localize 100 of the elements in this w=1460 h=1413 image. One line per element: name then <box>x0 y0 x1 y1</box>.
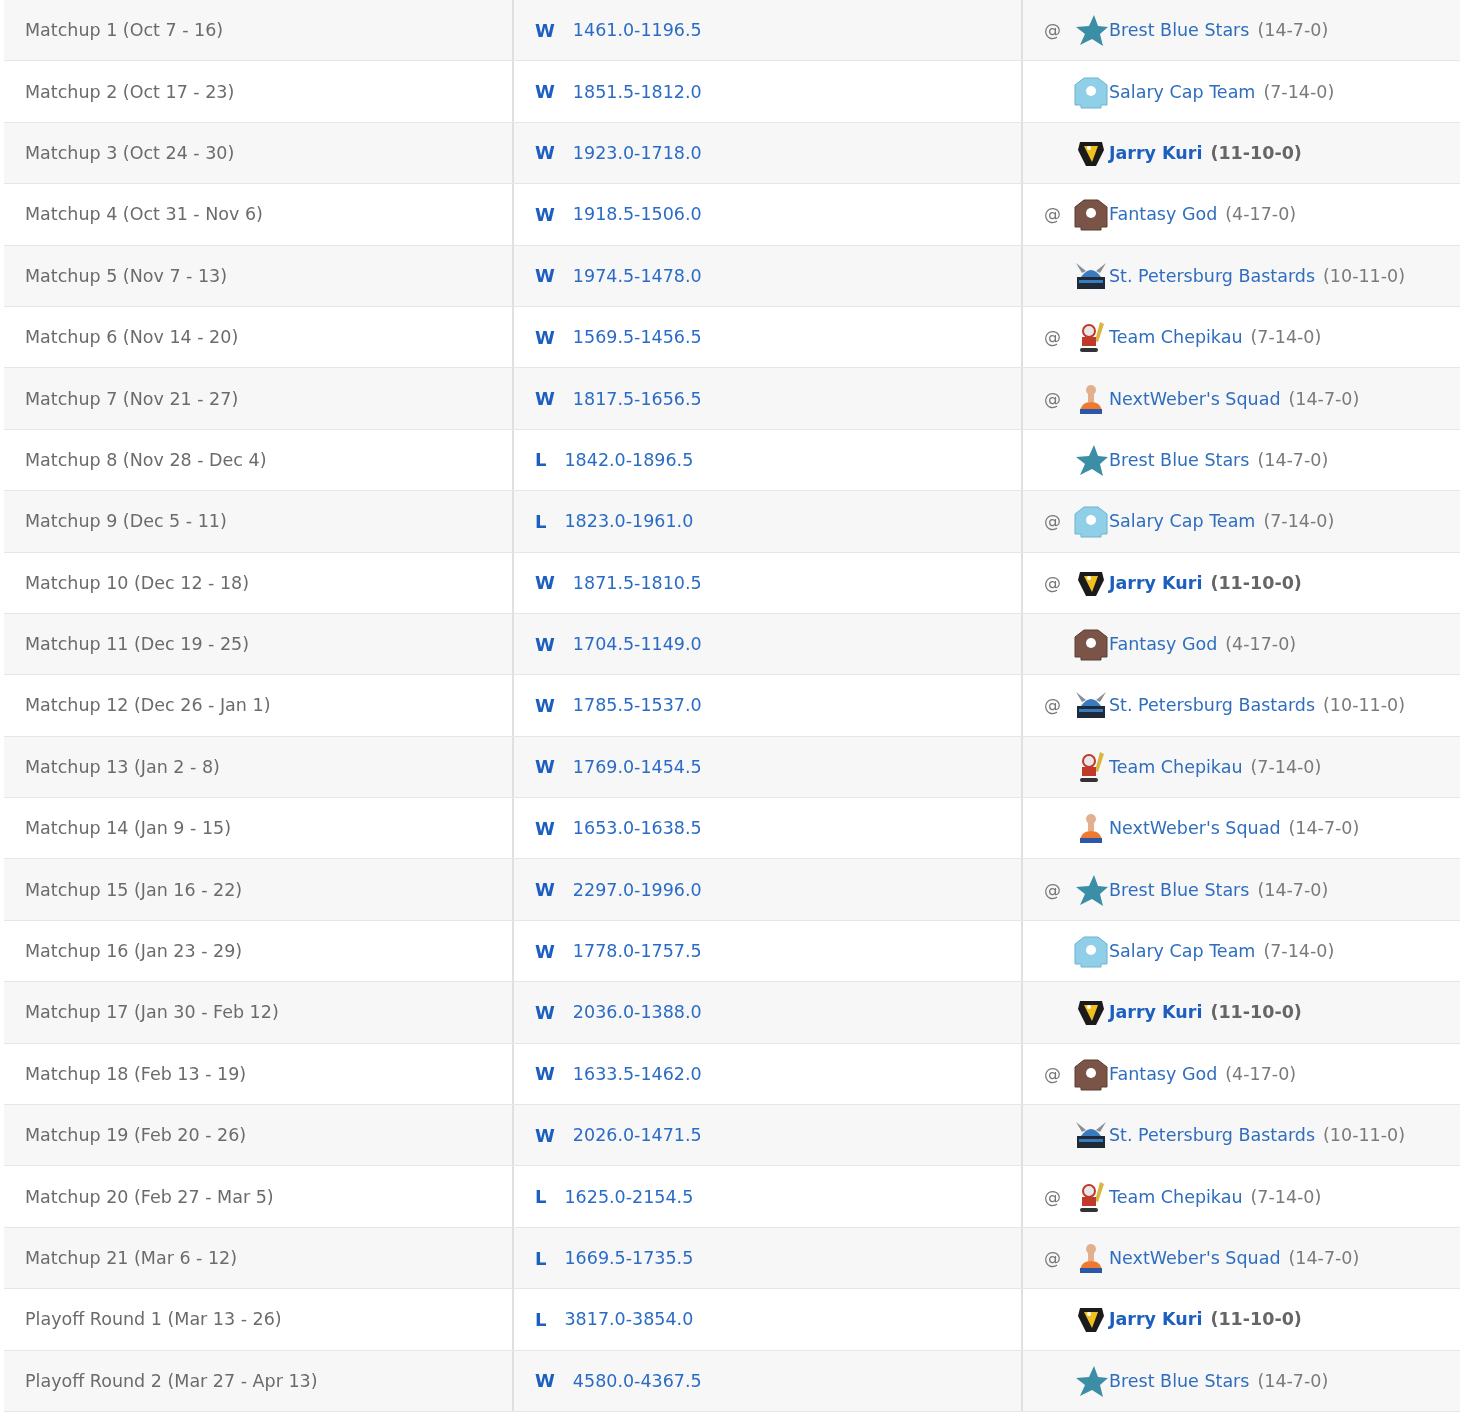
away-marker: @ <box>1044 879 1062 900</box>
result-label: W <box>535 203 555 225</box>
score-link[interactable]: 1785.5-1537.0 <box>572 695 702 716</box>
matchup-label: Matchup 21 (Mar 6 - 12) <box>25 1248 238 1268</box>
score-link[interactable]: 1823.0-1961.0 <box>564 511 694 532</box>
result-label: W <box>535 879 555 901</box>
matchup-label: Matchup 7 (Nov 21 - 27) <box>25 388 239 409</box>
matchup-label: Matchup 1 (Oct 7 - 16) <box>25 20 224 41</box>
team-link[interactable]: Brest Blue Stars <box>1109 20 1250 41</box>
team-record: (7-14-0) <box>1263 81 1335 102</box>
matchup-label: Matchup 4 (Oct 31 - Nov 6) <box>25 204 263 225</box>
team-link[interactable]: Salary Cap Team <box>1109 941 1256 962</box>
score-link[interactable]: 1669.5-1735.5 <box>564 1248 694 1268</box>
team-link[interactable]: Fantasy God <box>1109 204 1218 225</box>
team-link[interactable]: Jarry Kuri <box>1109 1002 1203 1023</box>
jersey-icon <box>1074 934 1108 969</box>
team-record: (14-7-0) <box>1288 1248 1360 1268</box>
team-record: (7-14-0) <box>1263 941 1335 962</box>
score-link[interactable]: 1817.5-1656.5 <box>572 388 702 409</box>
score-link[interactable]: 1633.5-1462.0 <box>572 1063 702 1084</box>
score-link[interactable]: 1704.5-1149.0 <box>572 634 702 655</box>
jersey-icon <box>1074 1056 1108 1091</box>
team-record: (4-17-0) <box>1225 204 1297 225</box>
team-record: (4-17-0) <box>1225 1063 1297 1084</box>
team-record: (7-14-0) <box>1263 511 1335 532</box>
matchup-label: Matchup 9 (Dec 5 - 11) <box>25 511 227 532</box>
result-label: W <box>535 326 555 348</box>
away-marker: @ <box>1044 20 1062 41</box>
jersey-icon <box>1074 627 1108 662</box>
team-record: (14-7-0) <box>1257 20 1329 41</box>
matchup-label: Matchup 20 (Feb 27 - Mar 5) <box>25 1186 274 1207</box>
score-link[interactable]: 2297.0-1996.0 <box>572 879 702 900</box>
matchup-label: Matchup 16 (Jan 23 - 29) <box>25 941 243 962</box>
score-link[interactable]: 1461.0-1196.5 <box>572 20 702 41</box>
score-link[interactable]: 1778.0-1757.5 <box>572 941 702 962</box>
team-link[interactable]: Jarry Kuri <box>1109 142 1203 163</box>
score-link[interactable]: 1974.5-1478.0 <box>572 265 702 286</box>
team-link[interactable]: Salary Cap Team <box>1109 81 1256 102</box>
score-link[interactable]: 1625.0-2154.5 <box>564 1186 694 1207</box>
team-record: (14-7-0) <box>1257 1370 1329 1391</box>
team-link[interactable]: Salary Cap Team <box>1109 511 1256 532</box>
result-label: W <box>535 1001 555 1023</box>
score-link[interactable]: 4580.0-4367.5 <box>572 1370 702 1391</box>
score-link[interactable]: 1842.0-1896.5 <box>564 449 694 470</box>
team-link[interactable]: NextWeber's Squad <box>1109 388 1281 409</box>
team-link[interactable]: Team Chepikau <box>1109 1186 1243 1207</box>
result-label: L <box>535 1308 547 1330</box>
matchup-label: Matchup 10 (Dec 12 - 18) <box>25 572 250 593</box>
team-record: (11-10-0) <box>1210 572 1302 593</box>
away-marker: @ <box>1044 388 1062 409</box>
matchup-label: Matchup 14 (Jan 9 - 15) <box>25 818 232 839</box>
matchup-label: Matchup 12 (Dec 26 - Jan 1) <box>25 695 271 716</box>
score-link[interactable]: 1918.5-1506.0 <box>572 204 702 225</box>
team-link[interactable]: St. Petersburg Bastards <box>1109 265 1316 286</box>
team-link[interactable]: St. Petersburg Bastards <box>1109 695 1316 716</box>
team-record: (4-17-0) <box>1225 634 1297 655</box>
result-label: L <box>535 1186 547 1208</box>
team-record: (11-10-0) <box>1210 1309 1302 1330</box>
result-label: W <box>535 572 555 594</box>
result-label: W <box>535 1124 555 1146</box>
result-label: W <box>535 1063 555 1085</box>
team-link[interactable]: Team Chepikau <box>1109 327 1243 348</box>
team-link[interactable]: Fantasy God <box>1109 1063 1218 1084</box>
team-record: (7-14-0) <box>1250 327 1322 348</box>
result-label: W <box>535 19 555 41</box>
score-link[interactable]: 2026.0-1471.5 <box>572 1125 702 1146</box>
team-link[interactable]: NextWeber's Squad <box>1109 818 1281 839</box>
score-link[interactable]: 3817.0-3854.0 <box>564 1309 694 1330</box>
team-link[interactable]: Fantasy God <box>1109 634 1218 655</box>
away-marker: @ <box>1044 1063 1062 1084</box>
team-link[interactable]: Team Chepikau <box>1109 756 1243 777</box>
matchup-label: Matchup 18 (Feb 13 - 19) <box>25 1063 247 1084</box>
result-label: W <box>535 940 555 962</box>
result-label: W <box>535 265 555 287</box>
result-label: W <box>535 388 555 410</box>
team-link[interactable]: Brest Blue Stars <box>1109 879 1250 900</box>
team-link[interactable]: St. Petersburg Bastards <box>1109 1125 1316 1146</box>
team-record: (10-11-0) <box>1323 1125 1405 1146</box>
team-record: (11-10-0) <box>1210 1002 1302 1023</box>
team-link[interactable]: NextWeber's Squad <box>1109 1248 1281 1268</box>
score-link[interactable]: 1871.5-1810.5 <box>572 572 702 593</box>
jersey-icon <box>1074 74 1108 109</box>
team-link[interactable]: Brest Blue Stars <box>1109 1370 1250 1391</box>
team-link[interactable]: Brest Blue Stars <box>1109 449 1250 470</box>
score-link[interactable]: 1923.0-1718.0 <box>572 142 702 163</box>
matchup-label: Matchup 17 (Jan 30 - Feb 12) <box>25 1002 279 1023</box>
score-link[interactable]: 1653.0-1638.5 <box>572 818 702 839</box>
matchup-label: Matchup 8 (Nov 28 - Dec 4) <box>25 449 267 470</box>
team-link[interactable]: Jarry Kuri <box>1109 1309 1203 1330</box>
matchup-label: Playoff Round 1 (Mar 13 - 26) <box>25 1309 282 1330</box>
score-link[interactable]: 1769.0-1454.5 <box>572 756 702 777</box>
score-link[interactable]: 1569.5-1456.5 <box>572 327 702 348</box>
jersey-icon <box>1074 504 1108 539</box>
team-record: (14-7-0) <box>1288 818 1360 839</box>
score-link[interactable]: 1851.5-1812.0 <box>572 81 702 102</box>
jersey-icon <box>1074 197 1108 232</box>
score-link[interactable]: 2036.0-1388.0 <box>572 1002 702 1023</box>
matchup-label: Matchup 11 (Dec 19 - 25) <box>25 634 250 655</box>
team-link[interactable]: Jarry Kuri <box>1109 572 1203 593</box>
result-label: L <box>535 510 547 532</box>
